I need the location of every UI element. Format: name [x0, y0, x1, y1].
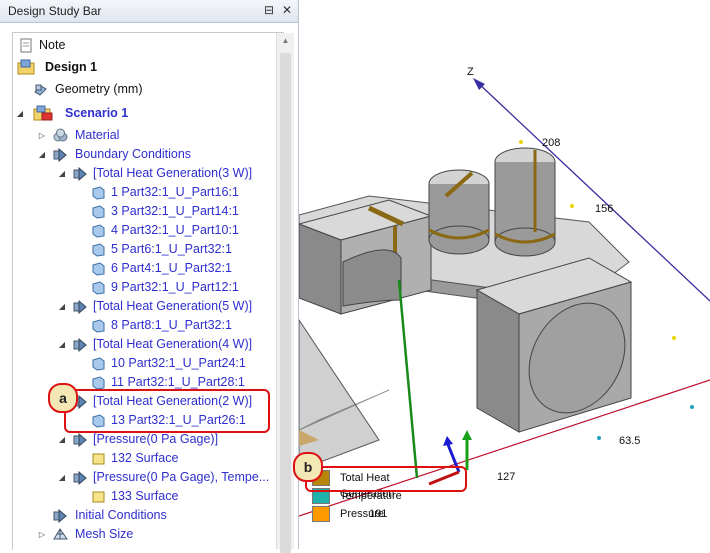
- boundary-icon: [53, 147, 68, 163]
- tree-label: Note: [39, 38, 66, 52]
- collapse-arrow-icon[interactable]: ◢: [15, 104, 25, 123]
- tree-label: 5 Part6:1_U_Part32:1: [111, 242, 232, 256]
- tree-scrollbar[interactable]: ▲: [276, 33, 294, 553]
- close-icon[interactable]: ✕: [280, 3, 294, 17]
- design-icon: [17, 58, 37, 76]
- highlight-box-a: [64, 389, 270, 433]
- geometry-icon: [33, 82, 48, 97]
- tree-label: Scenario 1: [65, 106, 129, 120]
- tree-label: Material: [75, 128, 120, 142]
- tree-label: Initial Conditions: [75, 508, 167, 522]
- surface-icon: [91, 489, 106, 504]
- panel-titlebar: Design Study Bar ⊟ ✕: [0, 0, 298, 23]
- design-study-bar: Design Study Bar ⊟ ✕ Note Design 1 Geome…: [0, 0, 299, 553]
- z-axis-label: Z: [467, 66, 474, 78]
- part-face-icon: [91, 223, 106, 238]
- part-face-icon: [91, 204, 106, 219]
- legend-swatch: [312, 506, 330, 522]
- tree-label: [Total Heat Generation(5 W)]: [93, 299, 253, 313]
- pin-icon[interactable]: ⊟: [262, 3, 276, 17]
- part-face-icon: [91, 185, 106, 200]
- part-face-icon: [91, 242, 106, 257]
- part-face-icon: [91, 356, 106, 371]
- tree-label: Mesh Size: [75, 527, 134, 541]
- scrollbar-thumb[interactable]: [280, 53, 291, 553]
- part-face-icon: [91, 375, 106, 390]
- tree-label: 132 Surface: [111, 451, 179, 465]
- collapse-arrow-icon[interactable]: ◢: [57, 335, 67, 354]
- highlight-box-b: [305, 466, 467, 492]
- tick-label: 127: [497, 471, 516, 483]
- tree-label: 133 Surface: [111, 489, 179, 503]
- part-face-icon: [91, 261, 106, 276]
- tree-label: [Total Heat Generation(3 W)]: [93, 166, 253, 180]
- tree-label: Design 1: [45, 60, 98, 74]
- tick-label: 63.5: [619, 435, 641, 447]
- tree-label: 10 Part32:1_U_Part24:1: [111, 356, 246, 370]
- tick-label: 208: [542, 137, 561, 149]
- tree-label: [Total Heat Generation(4 W)]: [93, 337, 253, 351]
- scroll-up-icon[interactable]: ▲: [277, 33, 294, 49]
- boundary-icon: [73, 432, 88, 448]
- tick-label: 156: [595, 203, 614, 215]
- mesh-icon: [53, 527, 68, 542]
- tree-label: 8 Part8:1_U_Part32:1: [111, 318, 232, 332]
- boundary-icon: [73, 337, 88, 353]
- material-icon: [53, 128, 68, 143]
- tree-label: Geometry (mm): [55, 82, 143, 96]
- tree-label: 4 Part32:1_U_Part10:1: [111, 223, 239, 237]
- tree-label: 3 Part32:1_U_Part14:1: [111, 204, 239, 218]
- tree-label: 6 Part4:1_U_Part32:1: [111, 261, 232, 275]
- collapse-arrow-icon[interactable]: ◢: [57, 164, 67, 183]
- note-icon: [19, 38, 34, 53]
- scenario-icon: [33, 104, 55, 122]
- collapse-arrow-icon[interactable]: ◢: [57, 297, 67, 316]
- expand-arrow-icon[interactable]: ▷: [37, 525, 47, 544]
- expand-arrow-icon[interactable]: ▷: [37, 126, 47, 145]
- collapse-arrow-icon[interactable]: ◢: [57, 468, 67, 487]
- boundary-icon: [73, 299, 88, 315]
- surface-icon: [91, 451, 106, 466]
- design-tree: Note Design 1 Geometry (mm) ◢ Scenario 1: [12, 32, 284, 550]
- collapse-arrow-icon[interactable]: ◢: [37, 145, 47, 164]
- callout-badge-b: b: [293, 452, 323, 482]
- panel-title: Design Study Bar: [8, 4, 102, 18]
- boundary-icon: [73, 166, 88, 182]
- legend-label: Pressure: [340, 508, 385, 520]
- tree-label: 9 Part32:1_U_Part12:1: [111, 280, 239, 294]
- part-face-icon: [91, 280, 106, 295]
- collapse-arrow-icon[interactable]: ◢: [57, 430, 67, 449]
- initial-conditions-icon: [53, 508, 68, 524]
- tree-label: Boundary Conditions: [75, 147, 192, 161]
- callout-badge-a: a: [48, 383, 78, 413]
- tree-label: [Pressure(0 Pa Gage), Tempe...: [93, 470, 270, 484]
- boundary-icon: [73, 470, 88, 486]
- tree-label: 1 Part32:1_U_Part16:1: [111, 185, 239, 199]
- part-face-icon: [91, 318, 106, 333]
